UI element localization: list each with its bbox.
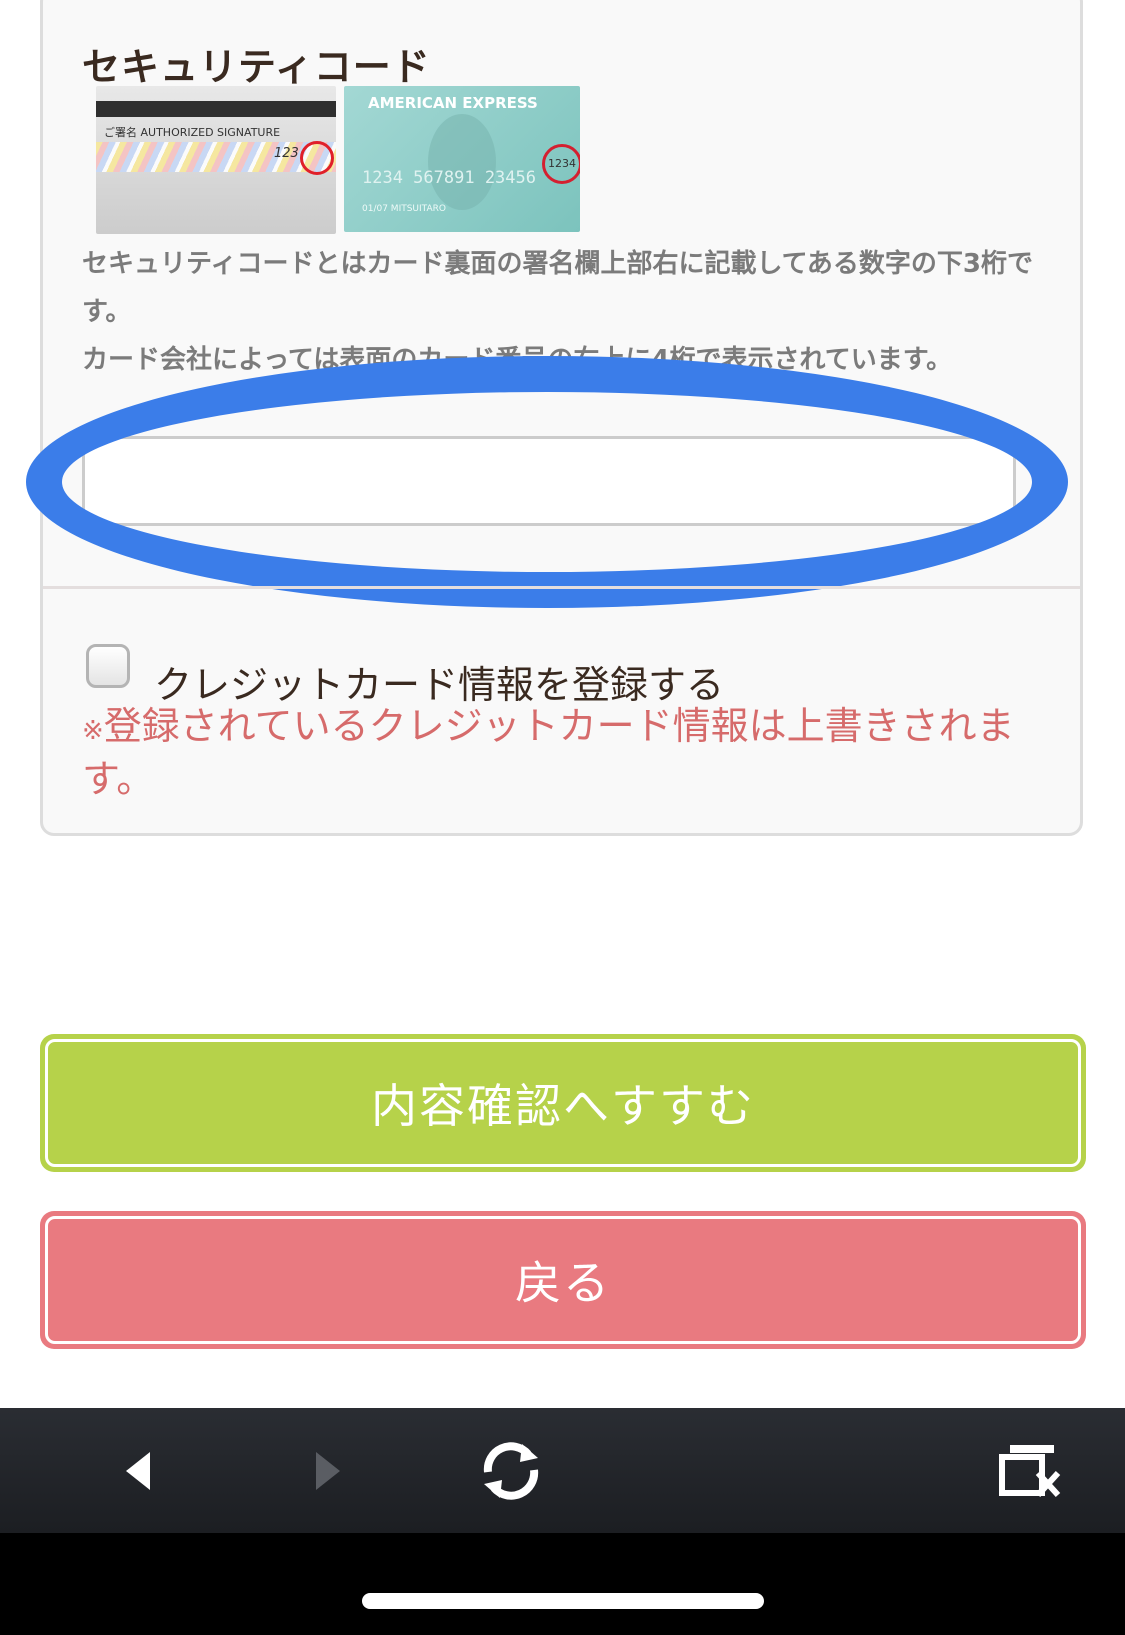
back-button[interactable]: 戻る <box>40 1211 1086 1349</box>
back-icon[interactable] <box>100 1408 180 1533</box>
close-tabs-icon[interactable] <box>990 1408 1070 1533</box>
browser-toolbar <box>0 1408 1125 1533</box>
amex-portrait <box>428 114 496 210</box>
signature-label: ご署名 AUTHORIZED SIGNATURE <box>104 126 281 139</box>
description-line-1: セキュリティコードとはカード裏面の署名欄上部右に記載してある数字の下3桁です。 <box>82 249 1033 327</box>
security-code-input[interactable] <box>82 436 1016 526</box>
reload-icon[interactable] <box>466 1408 556 1533</box>
confirm-button-label: 内容確認へすすむ <box>45 1039 1081 1167</box>
register-card-checkbox[interactable] <box>86 644 130 688</box>
amex-cid-code: 1234 <box>542 144 580 184</box>
back-button-label: 戻る <box>45 1216 1081 1344</box>
amex-card-image: AMERICAN EXPRESS 1234 567891 23456 01/07… <box>344 86 580 232</box>
amex-card-number: 1234 567891 23456 <box>362 168 536 188</box>
system-gesture-area <box>0 1533 1125 1635</box>
card-back-code: 123 <box>274 146 299 161</box>
register-card-label[interactable]: クレジットカード情報を登録する <box>154 654 724 709</box>
security-code-title: セキュリティコード <box>82 45 431 89</box>
security-code-description: セキュリティコードとはカード裏面の署名欄上部右に記載してある数字の下3桁です。 … <box>82 240 1042 384</box>
description-line-2: カード会社によっては表面のカード番号の右上に4桁で表示されています。 <box>82 345 953 375</box>
amex-card-holder: 01/07 MITSUITARO <box>362 204 446 214</box>
magnetic-stripe <box>96 101 336 117</box>
code-highlight-circle <box>300 141 334 175</box>
confirm-button[interactable]: 内容確認へすすむ <box>40 1034 1086 1172</box>
forward-icon[interactable] <box>286 1408 366 1533</box>
warning-text: 登録されているクレジットカード情報は上書きされます。 <box>82 704 1015 801</box>
warning-mark: ※ <box>82 716 104 746</box>
overwrite-warning: ※登録されているクレジットカード情報は上書きされます。 <box>82 702 1022 803</box>
amex-brand-text: AMERICAN EXPRESS <box>368 94 538 112</box>
card-back-image: ご署名 AUTHORIZED SIGNATURE 123 <box>96 86 336 234</box>
home-indicator[interactable] <box>362 1593 764 1609</box>
section-divider <box>43 586 1080 589</box>
